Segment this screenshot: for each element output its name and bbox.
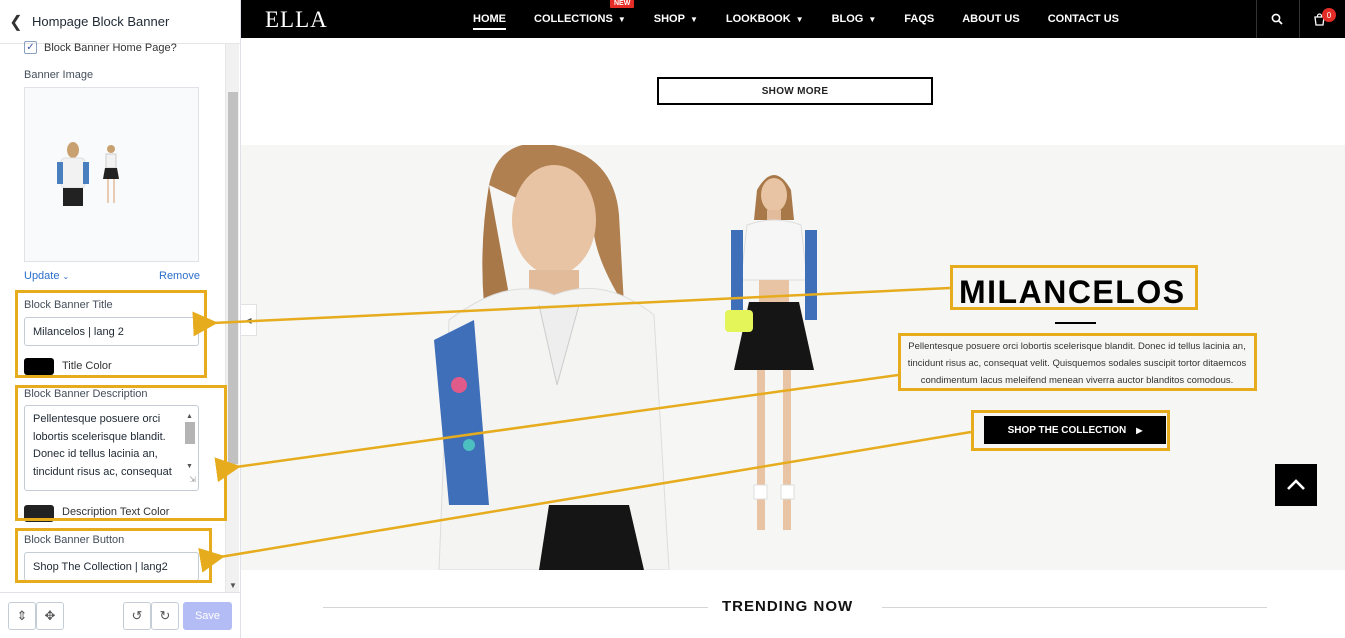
- chevron-down-icon: ▼: [795, 15, 804, 24]
- nav-label: HOME: [473, 13, 506, 25]
- search-icon: [1271, 13, 1283, 25]
- cart-button[interactable]: 0: [1299, 0, 1339, 38]
- checkbox[interactable]: ✓: [24, 41, 37, 54]
- trending-divider-right: [882, 607, 1267, 608]
- desktop-width-icon: ⇕: [16, 608, 28, 623]
- panel-scrollbar[interactable]: ▼: [225, 44, 239, 592]
- banner-thumbnail-image: [57, 142, 89, 206]
- chevron-down-icon: ▼: [868, 15, 877, 24]
- redo-icon: ↻: [159, 608, 171, 623]
- nav-label: BLOG: [831, 13, 864, 25]
- theme-editor-panel: ❮ Hompage Block Banner ✓ Block Banner Ho…: [0, 0, 241, 638]
- title-field-label: Block Banner Title: [24, 299, 113, 311]
- banner-title: MILANCELOS: [959, 274, 1186, 310]
- banner-image-label: Banner Image: [24, 69, 94, 81]
- textarea-scroll-thumb[interactable]: [185, 422, 195, 444]
- shop-button-label: SHOP THE COLLECTION: [1007, 424, 1127, 436]
- chevron-up-icon: [1287, 479, 1305, 490]
- site-header: ELLA HOME COLLECTIONS ▼ SHOP ▼ LOOKBOOK ▼ B…: [241, 0, 1345, 38]
- undo-icon: ↺: [131, 608, 143, 623]
- chevron-down-icon: ▼: [689, 15, 698, 24]
- site-preview: ELLA HOME COLLECTIONS ▼ SHOP ▼ LOOKBOOK ▼ B…: [241, 0, 1345, 638]
- update-image-link[interactable]: Update ⌄: [24, 270, 69, 282]
- undo-button[interactable]: ↺: [123, 602, 151, 630]
- nav-label: FAQS: [904, 13, 935, 25]
- scroll-down-icon: ▼: [229, 581, 237, 590]
- banner-title-input[interactable]: Milancelos | lang 2: [24, 317, 199, 346]
- save-button[interactable]: Save: [183, 602, 232, 630]
- resize-handle-icon[interactable]: ⇲: [189, 471, 196, 489]
- trending-now-heading: TRENDING NOW: [722, 598, 854, 615]
- update-label: Update: [24, 270, 60, 282]
- banner-description: Pellentesque posuere orci lobortis scele…: [907, 341, 1247, 386]
- show-more-button[interactable]: SHOW MORE: [657, 77, 933, 105]
- nav-label: COLLECTIONS: [534, 13, 613, 25]
- banner-model-figure: [725, 175, 817, 530]
- redo-button[interactable]: ↻: [151, 602, 179, 630]
- banner-button-input[interactable]: Shop The Collection | lang2: [24, 552, 199, 581]
- nav-label: LOOKBOOK: [725, 13, 791, 25]
- description-color-label: Description Text Color: [62, 506, 170, 518]
- chevron-left-icon: ◀: [245, 315, 252, 325]
- nav-item-home[interactable]: HOME: [473, 13, 506, 30]
- block-banner: MILANCELOS Pellentesque posuere orci lob…: [241, 145, 1345, 570]
- chevron-down-icon: ⌄: [62, 272, 70, 281]
- nav-item-blog[interactable]: BLOG ▼: [832, 13, 877, 25]
- nav-item-collections[interactable]: COLLECTIONS ▼: [534, 13, 626, 25]
- chevron-right-icon: ▶: [1136, 425, 1143, 435]
- nav-label: ABOUT US: [962, 13, 1020, 25]
- search-button[interactable]: [1256, 0, 1296, 38]
- checkbox-label: Block Banner Home Page?: [44, 41, 177, 54]
- nav-label: SHOP: [653, 13, 685, 25]
- main-nav: HOME COLLECTIONS ▼ SHOP ▼ LOOKBOOK ▼ BLOG ▼ …: [473, 0, 1147, 38]
- nav-item-contact-us[interactable]: CONTACT US: [1048, 13, 1119, 25]
- nav-item-shop[interactable]: SHOP ▼: [654, 13, 698, 25]
- title-color-label: Title Color: [62, 360, 112, 372]
- panel-title: Hompage Block Banner: [32, 14, 170, 29]
- nav-item-about-us[interactable]: ABOUT US: [962, 13, 1019, 25]
- banner-thumbnail-figure: [103, 145, 119, 203]
- new-badge: NEW: [610, 0, 635, 8]
- chevron-left-icon: ❮: [9, 13, 23, 31]
- back-button[interactable]: ❮: [0, 0, 32, 44]
- chevron-down-icon: ▼: [617, 15, 626, 24]
- description-text: Pellentesque posuere orci lobortis scele…: [33, 413, 172, 478]
- description-color-swatch[interactable]: [24, 505, 54, 522]
- block-banner-home-checkbox-row[interactable]: ✓ Block Banner Home Page?: [24, 41, 177, 54]
- cart-count-badge: 0: [1322, 8, 1336, 22]
- trending-divider-left: [323, 607, 708, 608]
- shop-collection-button[interactable]: SHOP THE COLLECTION ▶: [984, 416, 1166, 444]
- panel-footer: ⇕ ✥ ↺ ↻ Save: [0, 592, 240, 638]
- button-field-label: Block Banner Button: [24, 534, 125, 546]
- title-divider: [1055, 322, 1096, 324]
- collapse-panel-toggle[interactable]: ◀: [241, 304, 257, 336]
- banner-model-image: [434, 145, 670, 570]
- panel-header: ❮ Hompage Block Banner: [0, 0, 240, 44]
- description-field-label: Block Banner Description: [24, 388, 148, 400]
- back-to-top-button[interactable]: [1275, 464, 1317, 506]
- panel-scroll-thumb[interactable]: [228, 92, 238, 464]
- banner-image-preview: [24, 87, 199, 262]
- checkmark-icon: ✓: [26, 41, 35, 53]
- nav-item-lookbook[interactable]: LOOKBOOK ▼: [726, 13, 804, 25]
- banner-description-textarea[interactable]: Pellentesque posuere orci lobortis scele…: [24, 405, 199, 491]
- nav-label: CONTACT US: [1047, 13, 1119, 25]
- inspect-button[interactable]: ✥: [36, 602, 64, 630]
- nav-item-faqs[interactable]: FAQS: [904, 13, 934, 25]
- title-color-swatch[interactable]: [24, 358, 54, 375]
- site-logo[interactable]: ELLA: [265, 7, 328, 33]
- inspect-icon: ✥: [44, 608, 56, 623]
- remove-image-link[interactable]: Remove: [159, 270, 200, 282]
- desktop-width-button[interactable]: ⇕: [8, 602, 36, 630]
